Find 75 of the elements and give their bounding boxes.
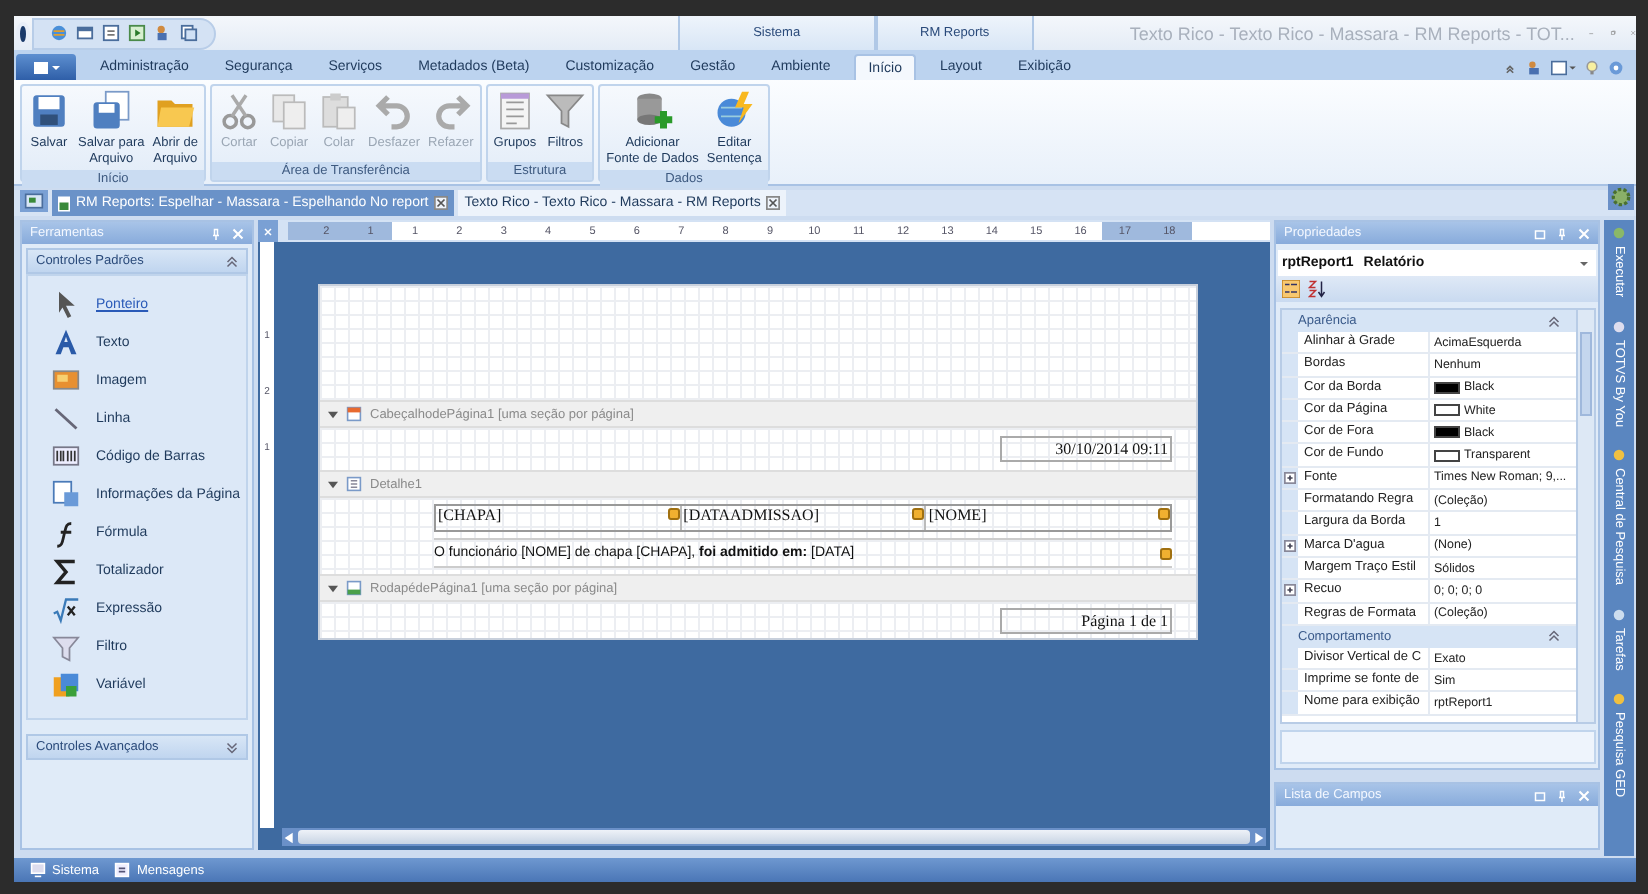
chevron-icon [226,255,238,267]
collapse-triangle-icon[interactable] [328,479,338,489]
pin-icon[interactable] [1556,227,1568,239]
form-icon[interactable] [101,24,120,42]
window-icon[interactable] [75,24,94,42]
pin-icon[interactable] [210,227,222,239]
play-icon[interactable] [127,24,146,42]
tab-icon [1612,226,1626,240]
message-icon [114,862,131,878]
page-header-icon [346,406,362,422]
float-icon[interactable] [1534,227,1546,239]
close-icon[interactable] [766,196,781,210]
square-root-icon [52,595,80,624]
layout-icon[interactable] [1550,59,1576,75]
floppy-document-icon [90,90,133,132]
people-icon[interactable] [1526,59,1542,75]
copy-icon [268,90,311,132]
collapse-triangle-icon[interactable] [328,409,338,419]
page-number-field[interactable]: Página 1 de 1 [1000,607,1172,633]
tab-icon [1612,607,1626,622]
expand-icon[interactable] [1284,539,1296,552]
tab-icon [1612,448,1626,463]
pin-icon[interactable] [1556,789,1568,801]
chevron-icon [226,741,238,753]
smart-tag-icon[interactable] [1160,548,1172,560]
page-footer-icon [346,580,362,596]
close-icon[interactable] [434,196,449,210]
chevron-icon [1548,315,1560,327]
people-icon[interactable] [153,24,172,42]
help-icon[interactable] [1608,59,1624,75]
expand-icon[interactable] [1284,584,1296,597]
stacked-squares-icon [52,671,80,700]
detail-band-icon [346,476,362,492]
scroll-right-icon[interactable] [1250,829,1266,845]
monitor-icon [30,862,46,878]
window-list-icon[interactable] [20,190,48,212]
funnel-icon [544,90,587,132]
expand-icon[interactable] [1284,471,1296,484]
page-info-icon [52,480,80,509]
database-add-icon [631,90,674,132]
application-menu-button[interactable] [16,54,76,80]
menu-icon [32,59,60,75]
globe-lightning-icon [713,90,756,132]
ruler-corner-icon[interactable] [262,225,274,237]
vertical-scrollbar[interactable] [1576,310,1594,722]
sigma-icon [52,557,80,586]
globe-icon[interactable] [49,24,68,42]
tab-icon [1612,319,1626,334]
dropdown-caret-icon[interactable] [1578,257,1590,269]
funnel-icon [52,633,80,662]
collapse-triangle-icon[interactable] [328,583,338,593]
app-orb-icon[interactable] [16,21,30,45]
lightbulb-icon[interactable] [1584,59,1600,75]
image-icon [52,366,80,395]
report-icon [58,195,70,211]
clipboard-icon [318,90,361,132]
date-field[interactable]: 30/10/2014 09:11 [1000,436,1172,462]
letter-a-icon [52,328,80,357]
ruler-corner-button[interactable] [258,220,278,242]
chevron-icon [1548,630,1560,643]
tab-icon [1612,692,1626,707]
barcode-icon [52,442,80,471]
scissors-icon [218,90,261,132]
window-title: Texto Rico - Texto Rico - Massara - RM Reports - TOT... [1129,23,1575,43]
copy-icon[interactable] [179,24,198,42]
gear-icon[interactable] [1608,184,1634,210]
float-icon[interactable] [1534,789,1546,801]
scroll-left-icon[interactable] [282,829,298,845]
line-icon [52,404,80,433]
categorized-icon[interactable] [1280,278,1302,300]
horizontal-scrollbar[interactable] [282,828,1266,846]
sort-alphabetical-icon[interactable] [1306,278,1328,300]
scrollbar-thumb[interactable] [298,830,1250,844]
scrollbar-thumb[interactable] [1580,332,1592,416]
undo-icon [373,90,416,132]
